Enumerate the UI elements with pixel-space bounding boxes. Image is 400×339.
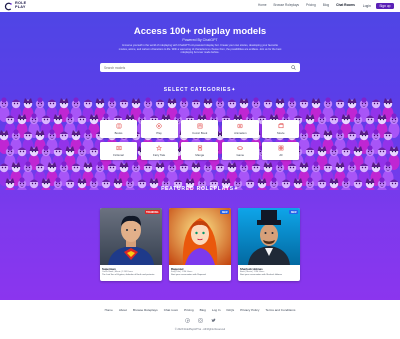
footer-link-chat-room[interactable]: Chat room: [164, 308, 178, 312]
nav-blog[interactable]: Blog: [323, 3, 329, 7]
manga-icon: [197, 145, 202, 151]
category-label: Fairy Tale: [153, 152, 166, 157]
category-label: All: [279, 152, 283, 157]
category-game[interactable]: Game: [221, 142, 259, 160]
hero-description: Immerse yourself in the world of rolepla…: [118, 44, 282, 55]
footer-link-faqs[interactable]: FAQs: [226, 308, 234, 312]
new-badge: NEW: [220, 210, 229, 215]
social-links: [0, 318, 400, 323]
search-input[interactable]: [104, 65, 284, 70]
comic-icon: [197, 123, 203, 129]
category-comic-book[interactable]: Comic Book: [181, 120, 219, 138]
category-books[interactable]: Books: [100, 120, 137, 138]
fairy-tale-icon: [156, 145, 163, 152]
nav-browse-roleplays[interactable]: Browse Roleplays: [274, 3, 300, 7]
category-label: Fictional: [113, 152, 124, 157]
footer-link-terms[interactable]: Terms and Conditions: [265, 308, 295, 312]
top-header: ROLE PLAY Home Browse Roleplays Pricing …: [0, 0, 400, 12]
category-grid: Books Play Comic Book Animation Movie Fi…: [100, 120, 300, 160]
hero-section: Access 100+ roleplay models Powered By C…: [0, 12, 400, 300]
fictional-icon: [116, 146, 121, 151]
footer-link-home[interactable]: Home: [105, 308, 113, 312]
card-description: Start your conversation with Rapunzel: [171, 273, 206, 276]
card-description: The Last Son of Krypton, defender of Ear…: [102, 273, 155, 276]
category-play[interactable]: Play: [140, 120, 178, 138]
trending-badge: TRENDING: [144, 210, 160, 215]
footer-link-privacy-policy[interactable]: Privacy Policy: [240, 308, 259, 312]
all-icon: [278, 145, 284, 151]
game-icon: [237, 146, 243, 150]
main-nav: Home Browse Roleplays Pricing Blog Chat …: [258, 3, 355, 7]
logo[interactable]: ROLE PLAY: [4, 2, 26, 11]
facebook-icon[interactable]: [184, 318, 190, 323]
movie-icon: [278, 123, 284, 129]
nav-pricing[interactable]: Pricing: [306, 3, 316, 7]
featured-title: FEATURED ROLEPLAYS✦: [0, 186, 400, 192]
animation-icon: [237, 124, 243, 129]
category-label: Animation: [234, 130, 247, 135]
categories-title: SELECT CATEGORIES✦: [0, 87, 400, 93]
sparkle-icon: ✦: [233, 186, 239, 192]
rapunzel-image: NEW: [169, 208, 231, 265]
footer-link-blog[interactable]: Blog: [200, 308, 206, 312]
card-sherlock-holmes[interactable]: NEW Sherlock Holmes Book | Movie | 1.9M …: [238, 208, 300, 281]
category-all[interactable]: All: [262, 142, 300, 160]
category-movie[interactable]: Movie: [262, 120, 300, 138]
search-bar: [100, 63, 300, 72]
sparkle-icon: ✦: [231, 87, 237, 93]
card-rapunzel[interactable]: NEW Rapunzel Fairy Tale | 1.5M Users Sta…: [169, 208, 231, 281]
footer-link-log-in[interactable]: Log In: [212, 308, 221, 312]
hero-subtitle: Powered By ChatGPT: [182, 38, 218, 42]
category-label: Play: [156, 130, 162, 135]
hero-title: Access 100+ roleplay models: [133, 26, 267, 37]
signup-button[interactable]: Sign up: [375, 2, 394, 9]
category-label: Comic Book: [192, 130, 208, 135]
twitter-icon[interactable]: [211, 318, 216, 323]
logo-icon: [4, 2, 12, 10]
category-animation[interactable]: Animation: [221, 120, 259, 138]
category-label: Game: [236, 152, 245, 157]
superman-portrait: [108, 215, 154, 265]
category-fictional[interactable]: Fictional: [100, 142, 137, 160]
rapunzel-portrait: [182, 218, 218, 265]
card-superman[interactable]: TRENDING Superman Comic Book | Movie | 2…: [100, 208, 162, 281]
play-icon: [156, 123, 162, 129]
superman-image: TRENDING: [100, 208, 162, 265]
nav-chat-rooms[interactable]: Chat Rooms: [336, 3, 355, 7]
category-manga[interactable]: Manga: [181, 142, 219, 160]
nav-home[interactable]: Home: [258, 3, 267, 7]
card-description: Start your conversation with Sherlock Ho…: [240, 273, 282, 276]
sherlock-image: NEW: [238, 208, 300, 265]
sherlock-portrait: [248, 210, 290, 265]
category-fairy-tale[interactable]: Fairy Tale: [140, 142, 178, 160]
category-label: Manga: [195, 152, 204, 157]
featured-title-text: FEATURED ROLEPLAYS: [161, 186, 234, 192]
card-name: Rapunzel: [171, 266, 184, 271]
card-name: Superman: [102, 266, 116, 271]
auth-buttons: Login Sign up: [363, 2, 394, 9]
category-label: Movie: [277, 130, 285, 135]
featured-cards: TRENDING Superman Comic Book | Movie | 2…: [100, 208, 300, 281]
search-icon[interactable]: [291, 65, 296, 70]
book-icon: [116, 123, 121, 129]
logo-text-line2: PLAY: [15, 5, 26, 9]
footer-links: Home About Browse Roleplays Chat room Pr…: [0, 308, 400, 312]
copyright-text: © 2023 RolePlayGPT.ai - All Rights Reser…: [174, 328, 226, 331]
footer-link-pricing[interactable]: Pricing: [184, 308, 193, 312]
instagram-icon[interactable]: [197, 318, 203, 323]
categories-title-text: SELECT CATEGORIES: [163, 87, 232, 93]
card-name: Sherlock Holmes: [240, 266, 263, 271]
new-badge: NEW: [289, 210, 298, 215]
footer-link-about[interactable]: About: [119, 308, 127, 312]
footer: Home About Browse Roleplays Chat room Pr…: [0, 300, 400, 339]
category-label: Books: [114, 130, 123, 135]
login-link[interactable]: Login: [363, 4, 371, 8]
footer-link-browse-roleplays[interactable]: Browse Roleplays: [133, 308, 158, 312]
